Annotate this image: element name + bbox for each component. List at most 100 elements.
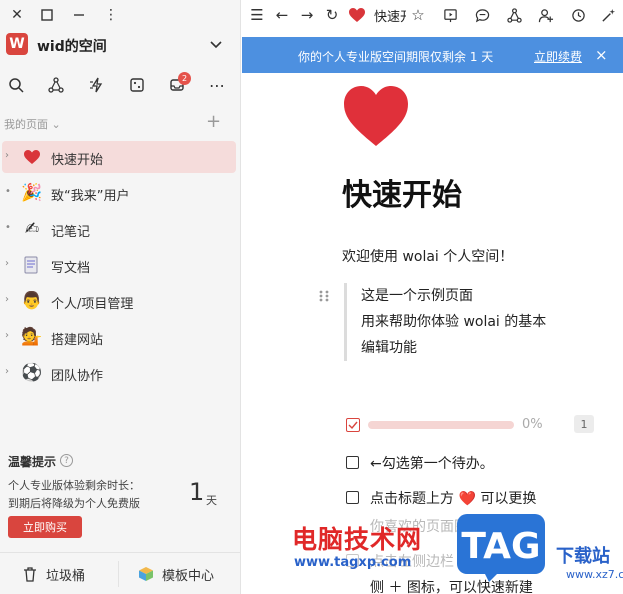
dice-icon[interactable] xyxy=(126,74,148,96)
close-icon[interactable]: × xyxy=(595,46,608,64)
minimize-window-icon[interactable] xyxy=(70,6,88,24)
forward-arrow-icon[interactable]: → xyxy=(297,5,317,25)
sidebar-item-label: 个人/项目管理 xyxy=(51,297,134,312)
sidebar-item-team[interactable]: › ⚽ 团队协作 xyxy=(0,357,241,393)
todo-checkbox[interactable] xyxy=(346,491,359,504)
todo-text[interactable]: ←勾选第一个待办。 xyxy=(370,453,494,473)
workspace-name: wid的空间 xyxy=(37,39,107,55)
template-center-button[interactable]: 模板中心 xyxy=(138,564,214,584)
sidebar-item-label: 搭建网站 xyxy=(51,333,104,348)
svg-text:TAG: TAG xyxy=(461,526,540,567)
watermark-tag-logo: TAG xyxy=(457,514,545,582)
drag-handle-icon[interactable] xyxy=(318,289,330,303)
remaining-days: 1 xyxy=(189,478,205,506)
top-bar: ☰ ← → ↻ 快速开始 ☆ xyxy=(242,0,623,30)
todo-text[interactable]: 点击标题上方 ❤️ 可以更换 xyxy=(370,488,536,508)
graph-view-icon[interactable] xyxy=(504,5,524,25)
trial-downgrade-text: 到期后将降级为个人免费版 xyxy=(8,497,140,510)
page-title-tab[interactable]: 快速开始 xyxy=(374,6,406,25)
expand-arrow-icon[interactable]: › xyxy=(5,294,15,305)
todo-progress: 0% 1 xyxy=(342,415,602,435)
sidebar-item-label: 快速开始 xyxy=(51,153,104,168)
search-icon[interactable] xyxy=(5,74,27,96)
history-icon[interactable] xyxy=(568,5,588,25)
sidebar-item-label: 团队协作 xyxy=(51,369,104,384)
trash-icon xyxy=(24,567,36,582)
watermark-site: 下载站 xyxy=(556,546,610,567)
sidebar-item-welcome[interactable]: • 🎉 致“我来”用户 xyxy=(0,177,241,213)
graph-icon[interactable] xyxy=(45,74,67,96)
magic-wand-icon[interactable] xyxy=(598,5,618,25)
sidebar-bottom-bar: 垃圾桶 模板中心 xyxy=(0,552,241,594)
sidebar-item-project[interactable]: › 👨 个人/项目管理 xyxy=(0,285,241,321)
person-tipping-hand-icon: 💁 xyxy=(21,327,43,347)
remaining-unit: 天 xyxy=(206,494,217,507)
close-window-icon[interactable]: ✕ xyxy=(8,6,26,24)
comment-icon[interactable] xyxy=(472,5,492,25)
sidebar-item-website[interactable]: › 💁 搭建网站 xyxy=(0,321,241,357)
sidebar-item-label: 记笔记 xyxy=(51,225,91,240)
quote-line: 用来帮助你体验 wolai 的基本 xyxy=(361,314,547,330)
progress-checkbox-icon xyxy=(346,418,360,432)
chevron-down-icon[interactable] xyxy=(208,36,224,52)
soccer-ball-icon: ⚽ xyxy=(21,363,43,383)
party-popper-icon: 🎉 xyxy=(21,183,43,203)
document-icon xyxy=(21,254,43,276)
notification-badge: 2 xyxy=(178,72,191,85)
tip-title: 温馨提示 xyxy=(8,455,57,469)
window-controls: ✕ ⋮ xyxy=(0,0,241,30)
writing-hand-icon: ✍ xyxy=(24,219,40,239)
quote-block[interactable]: 这是一个示例页面 用来帮助你体验 wolai 的基本 编辑功能 xyxy=(344,283,584,361)
banner-text: 你的个人专业版空间期限仅剩余 1 天 xyxy=(298,50,494,64)
star-icon[interactable]: ☆ xyxy=(408,5,428,25)
welcome-text[interactable]: 欢迎使用 wolai 个人空间！ xyxy=(342,246,513,266)
bullet-icon: • xyxy=(5,186,11,197)
todo-checkbox[interactable] xyxy=(346,456,359,469)
page-heart-icon xyxy=(347,5,367,25)
todo-item[interactable]: ←勾选第一个待办。 xyxy=(346,452,616,474)
buy-now-button[interactable]: 立即购买 xyxy=(8,516,82,538)
sidebar-item-label: 致“我来”用户 xyxy=(51,189,130,204)
heart-icon xyxy=(21,146,43,168)
progress-percent: 0% xyxy=(522,417,543,432)
menu-icon[interactable]: ☰ xyxy=(247,5,267,25)
sidebar-toolbar: ⋯ xyxy=(0,70,241,100)
more-vertical-icon[interactable]: ⋮ xyxy=(102,6,120,24)
lightning-icon[interactable] xyxy=(86,74,108,96)
watermark-url: www.tagxp.com xyxy=(294,555,412,570)
expand-arrow-icon[interactable]: › xyxy=(5,366,15,377)
more-horizontal-icon[interactable]: ⋯ xyxy=(206,74,228,96)
sidebar-item-quick-start[interactable]: › 快速开始 xyxy=(0,141,241,177)
trial-remaining-text: 个人专业版体验剩余时长： xyxy=(8,479,140,492)
template-center-label: 模板中心 xyxy=(162,568,215,584)
workspace-switcher[interactable]: W wid的空间 xyxy=(0,30,241,60)
expiry-banner: 你的个人专业版空间期限仅剩余 1 天 立即续费 × xyxy=(242,37,623,73)
cube-icon xyxy=(139,567,153,581)
progress-bar xyxy=(368,421,514,429)
section-title[interactable]: 我的页面 ⌄ xyxy=(4,116,61,132)
maximize-window-icon[interactable] xyxy=(38,6,56,24)
add-page-icon[interactable]: + xyxy=(206,113,221,131)
watermark-title: 电脑技术网 xyxy=(292,525,423,554)
quote-line: 编辑功能 xyxy=(361,340,417,356)
trash-button[interactable]: 垃圾桶 xyxy=(22,564,85,584)
sidebar: ✕ ⋮ W wid的空间 ⋯ 2 我的页面 ⌄ + › 快速开始 • 🎉 致“我… xyxy=(0,0,241,594)
expand-arrow-icon[interactable]: › xyxy=(5,330,15,341)
sidebar-item-docs[interactable]: › 写文档 xyxy=(0,249,241,285)
expand-arrow-icon[interactable]: › xyxy=(5,258,15,269)
back-arrow-icon[interactable]: ← xyxy=(272,5,292,25)
refresh-icon[interactable]: ↻ xyxy=(322,5,342,25)
todo-count: 1 xyxy=(574,415,594,433)
trash-label: 垃圾桶 xyxy=(46,568,86,584)
todo-item[interactable]: 点击标题上方 ❤️ 可以更换 xyxy=(346,487,616,509)
renew-now-link[interactable]: 立即续费 xyxy=(534,48,582,65)
add-member-icon[interactable] xyxy=(536,5,556,25)
help-icon[interactable]: ? xyxy=(60,454,73,467)
watermark-site-url: www.xz7.com xyxy=(566,568,623,581)
page-list: › 快速开始 • 🎉 致“我来”用户 • ✍ 记笔记 › 写文档 › 👨 个人/ xyxy=(0,141,241,393)
expand-arrow-icon[interactable]: › xyxy=(5,150,15,161)
sidebar-item-notes[interactable]: • ✍ 记笔记 xyxy=(0,213,241,249)
page-title[interactable]: 快速开始 xyxy=(342,170,462,214)
page-icon-heart[interactable] xyxy=(340,82,412,150)
present-icon[interactable] xyxy=(440,5,460,25)
